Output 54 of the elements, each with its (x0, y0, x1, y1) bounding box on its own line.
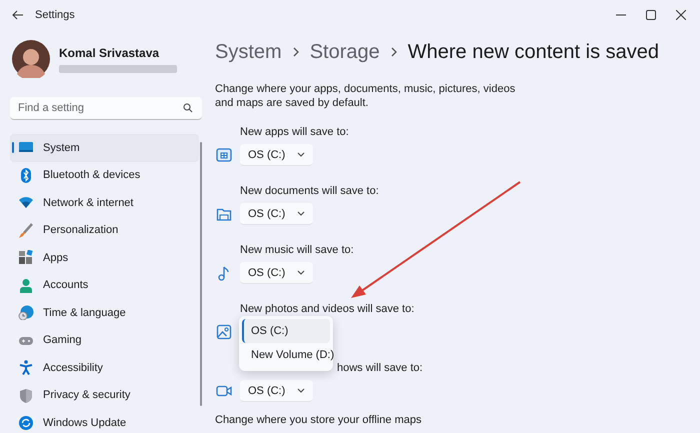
dropdown-option[interactable]: OS (C:) (242, 319, 330, 343)
video-camera-icon (216, 383, 232, 399)
apps-grid-icon (216, 147, 232, 163)
breadcrumb-link[interactable]: Storage (310, 40, 380, 64)
nav-item[interactable]: Personalization (10, 216, 200, 244)
nav-item[interactable]: Time & language (10, 299, 200, 326)
nav-item[interactable]: Windows Update (10, 409, 200, 433)
description-text: Change where your apps, documents, music, pictures, videos and maps are saved by default. (215, 82, 516, 110)
back-arrow-icon[interactable] (12, 10, 24, 20)
field-label: New music will save to: (239, 243, 355, 257)
shield-icon (18, 388, 34, 403)
section-text: Change where you store your offline maps (215, 414, 422, 426)
nav-item[interactable]: Network & internet (10, 189, 200, 216)
nav-item[interactable]: Gaming (10, 326, 200, 354)
search-icon (183, 103, 193, 113)
avatar (12, 40, 50, 78)
field-label: New documents will save to: (239, 184, 380, 198)
nav-item[interactable]: Apps (10, 244, 200, 272)
drive-dropdown[interactable]: OS (C:) (240, 203, 314, 225)
folder-icon (216, 206, 232, 222)
chevron-down-icon (297, 152, 306, 158)
drive-dropdown[interactable]: OS (C:) (240, 380, 314, 402)
image-icon (216, 324, 232, 340)
maximize-icon[interactable] (646, 10, 656, 20)
scrollbar[interactable] (200, 142, 202, 406)
search-field[interactable]: Find a setting (10, 97, 202, 120)
window-title: Settings (35, 9, 75, 21)
update-icon (18, 415, 34, 430)
wifi-icon (18, 195, 34, 210)
chevron-down-icon (297, 210, 306, 216)
page-title: Where new content is saved (408, 40, 659, 64)
chevron-right-icon (390, 47, 398, 57)
breadcrumb-link[interactable]: System (215, 40, 282, 64)
globe-clock-icon (18, 305, 34, 320)
close-icon[interactable] (676, 10, 686, 20)
apps-icon (18, 250, 34, 266)
bluetooth-icon (18, 168, 34, 183)
accessibility-icon (18, 360, 34, 376)
nav-item[interactable]: Accessibility (10, 354, 200, 382)
chevron-down-icon (297, 388, 306, 394)
chevron-right-icon (292, 47, 300, 57)
nav-item[interactable]: System (10, 134, 200, 162)
nav-item[interactable]: Accounts (10, 272, 200, 299)
chevron-down-icon (297, 270, 306, 276)
user-name: Komal Srivastava (59, 46, 160, 60)
nav-item[interactable]: Bluetooth & devices (10, 162, 200, 189)
field-label: New photos and videos will save to: (239, 302, 416, 316)
person-icon (18, 278, 34, 293)
drive-dropdown[interactable]: OS (C:) (240, 144, 314, 166)
drive-dropdown[interactable]: OS (C:) (240, 262, 314, 284)
field-label: hows will save to: (336, 361, 424, 375)
paintbrush-icon (18, 222, 34, 238)
field-label: New apps will save to: (239, 125, 350, 139)
nav-item[interactable]: Privacy & security (10, 382, 200, 409)
